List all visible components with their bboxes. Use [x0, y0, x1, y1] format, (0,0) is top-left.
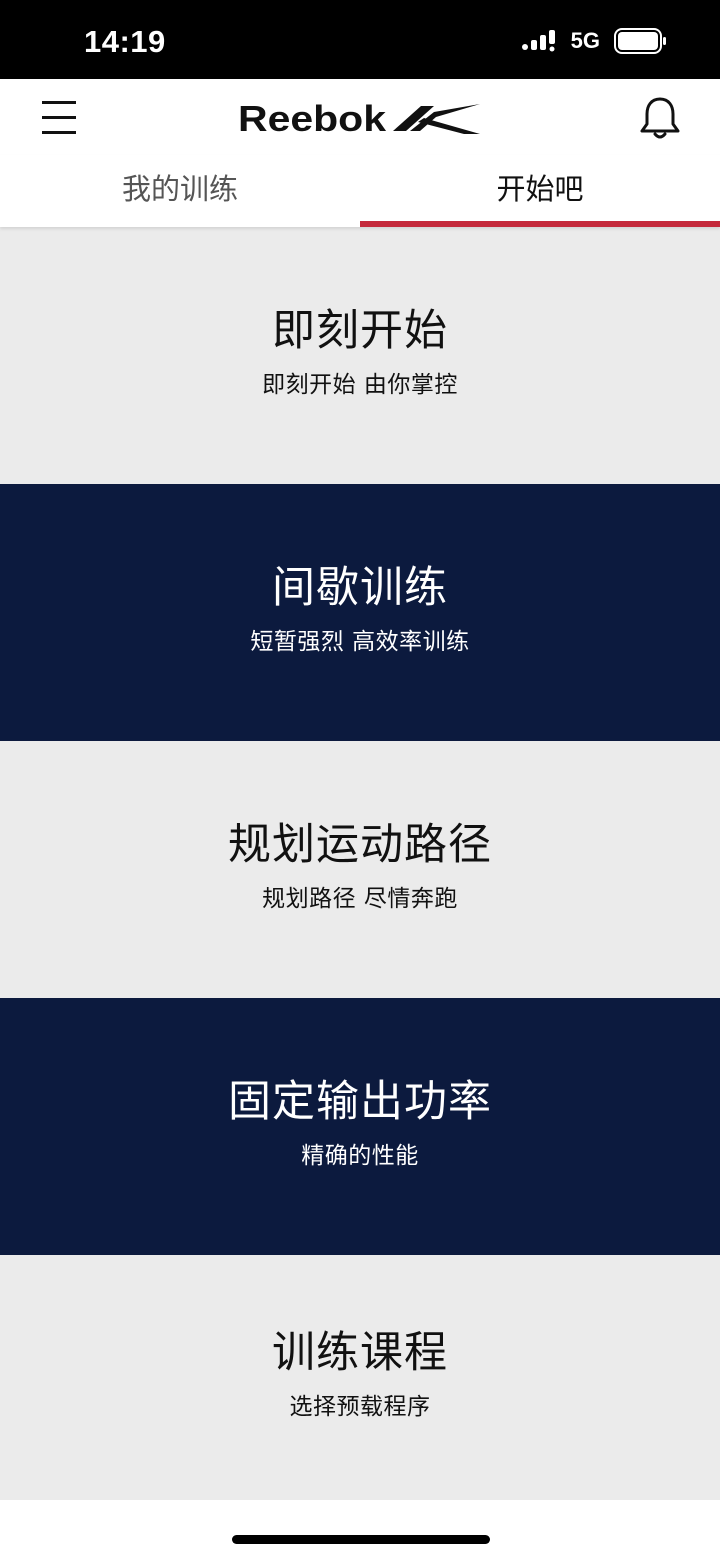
- card-subtitle: 精确的性能: [301, 1143, 419, 1170]
- home-indicator[interactable]: [232, 1535, 490, 1544]
- card-subtitle: 短暂强烈 高效率训练: [250, 629, 470, 656]
- card-subtitle: 选择预载程序: [289, 1394, 431, 1421]
- card-title: 规划运动路径: [228, 819, 492, 870]
- network-label: 5G: [570, 28, 600, 53]
- notifications-button[interactable]: [638, 95, 682, 141]
- brand-wordmark: Reebok: [238, 98, 387, 139]
- tab-bar: 我的训练 开始吧: [0, 155, 720, 227]
- workout-list: 即刻开始 即刻开始 由你掌控 间歇训练 短暂强烈 高效率训练 规划运动路径 规划…: [0, 227, 720, 1500]
- tab-my-workouts[interactable]: 我的训练: [0, 155, 360, 227]
- card-subtitle: 即刻开始 由你掌控: [262, 372, 458, 399]
- app-header: Reebok: [0, 79, 720, 155]
- card-title: 训练课程: [272, 1327, 448, 1378]
- battery-icon: [614, 28, 666, 54]
- menu-button[interactable]: [38, 97, 82, 137]
- home-indicator-area: [0, 1500, 720, 1558]
- card-title: 固定输出功率: [228, 1076, 492, 1127]
- workout-card-constant-power[interactable]: 固定输出功率 精确的性能: [0, 998, 720, 1255]
- status-time: 14:19: [84, 24, 166, 59]
- tab-get-started[interactable]: 开始吧: [360, 155, 720, 227]
- card-title: 间歇训练: [272, 562, 448, 613]
- status-bar: 14:19 5G: [0, 0, 720, 79]
- vector-mark-icon: [393, 104, 480, 134]
- workout-card-route[interactable]: 规划运动路径 规划路径 尽情奔跑: [0, 741, 720, 998]
- workout-card-quick-start[interactable]: 即刻开始 即刻开始 由你掌控: [0, 227, 720, 484]
- workout-card-programs[interactable]: 训练课程 选择预载程序: [0, 1255, 720, 1500]
- tab-label: 我的训练: [121, 172, 238, 206]
- card-title: 即刻开始: [272, 305, 448, 356]
- workout-card-interval[interactable]: 间歇训练 短暂强烈 高效率训练: [0, 484, 720, 741]
- tab-label: 开始吧: [496, 172, 584, 206]
- bell-icon: [640, 97, 680, 139]
- signal-icon: [521, 30, 555, 52]
- hamburger-menu-icon: [42, 101, 76, 134]
- reebok-logo: Reebok: [238, 97, 488, 141]
- status-indicators: 5G: [521, 28, 668, 54]
- card-subtitle: 规划路径 尽情奔跑: [262, 886, 458, 913]
